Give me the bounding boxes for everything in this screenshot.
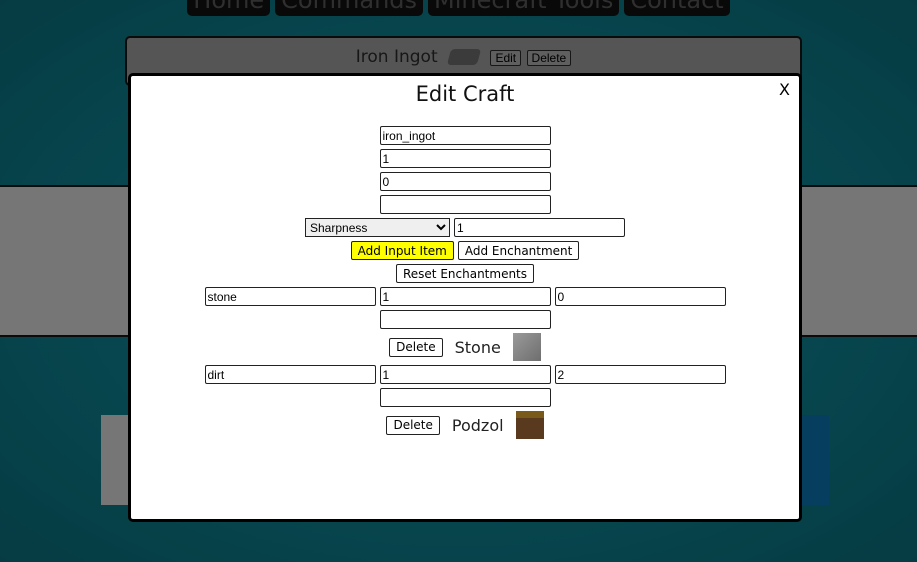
delete-input-button[interactable]: Delete bbox=[386, 415, 440, 435]
input-item-count[interactable] bbox=[379, 287, 551, 306]
data-input[interactable] bbox=[379, 172, 551, 191]
input-item-extra[interactable] bbox=[379, 388, 551, 407]
enchantment-select[interactable]: Sharpness bbox=[305, 218, 450, 237]
item-id-input[interactable] bbox=[379, 126, 551, 145]
stone-block-icon bbox=[512, 333, 541, 361]
reset-enchantments-button[interactable]: Reset Enchantments bbox=[395, 264, 535, 283]
edit-craft-modal: Edit Craft X Sharpness Add Input Item Ad… bbox=[128, 73, 802, 522]
input-item-name: Podzol bbox=[451, 415, 504, 435]
input-item-extra[interactable] bbox=[379, 310, 551, 329]
input-item-data[interactable] bbox=[554, 287, 726, 306]
add-input-item-button[interactable]: Add Input Item bbox=[350, 241, 454, 260]
input-item-id[interactable] bbox=[204, 365, 376, 384]
podzol-block-icon bbox=[515, 411, 544, 439]
input-item-name: Stone bbox=[454, 337, 501, 357]
count-input[interactable] bbox=[379, 149, 551, 168]
enchantment-level-input[interactable] bbox=[454, 218, 625, 237]
modal-title: Edit Craft bbox=[415, 82, 515, 106]
input-item-count[interactable] bbox=[379, 365, 551, 384]
delete-input-button[interactable]: Delete bbox=[389, 337, 443, 357]
input-item-data[interactable] bbox=[554, 365, 726, 384]
input-item-id[interactable] bbox=[204, 287, 376, 306]
add-enchantment-button[interactable]: Add Enchantment bbox=[457, 241, 580, 260]
extra-input[interactable] bbox=[379, 195, 551, 214]
close-button[interactable]: X bbox=[779, 80, 790, 99]
